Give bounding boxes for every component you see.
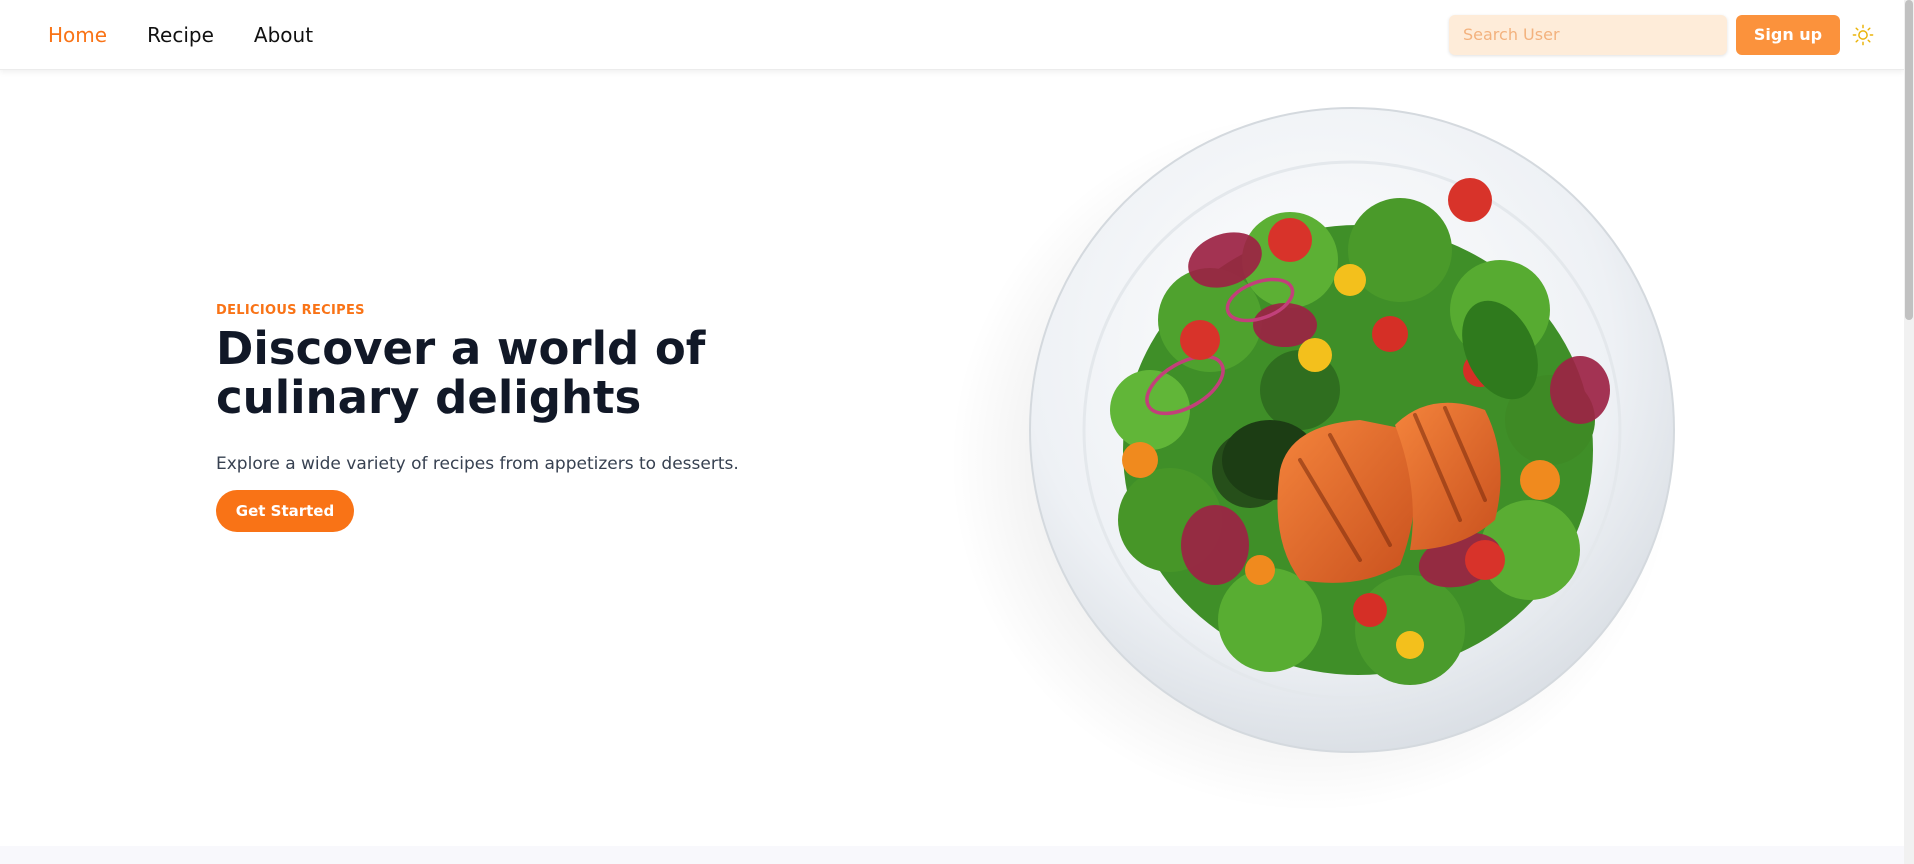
search-user-input[interactable] xyxy=(1449,14,1727,55)
nav-about-link[interactable]: About xyxy=(254,23,313,47)
page-scrollbar[interactable] xyxy=(1904,0,1914,864)
navbar: Home Recipe About Sign up xyxy=(0,0,1904,70)
get-started-button[interactable]: Get Started xyxy=(216,490,354,532)
signup-button[interactable]: Sign up xyxy=(1736,14,1840,55)
nav-home-link[interactable]: Home xyxy=(48,23,107,47)
nav-links: Home Recipe About xyxy=(48,23,313,47)
nav-recipe-link[interactable]: Recipe xyxy=(147,23,214,47)
hero-description: Explore a wide variety of recipes from a… xyxy=(216,454,739,474)
hero-title: Discover a world of culinary delights xyxy=(216,322,706,424)
sun-icon[interactable] xyxy=(1850,22,1876,48)
nav-actions: Sign up xyxy=(1449,14,1876,55)
salad-plate-image xyxy=(940,90,1700,830)
scrollbar-thumb[interactable] xyxy=(1905,0,1913,320)
hero-section: DELICIOUS RECIPES Discover a world of cu… xyxy=(0,70,1904,846)
hero-eyebrow: DELICIOUS RECIPES xyxy=(216,303,365,318)
hero-text: DELICIOUS RECIPES Discover a world of cu… xyxy=(216,303,916,532)
next-section-edge xyxy=(0,846,1904,864)
